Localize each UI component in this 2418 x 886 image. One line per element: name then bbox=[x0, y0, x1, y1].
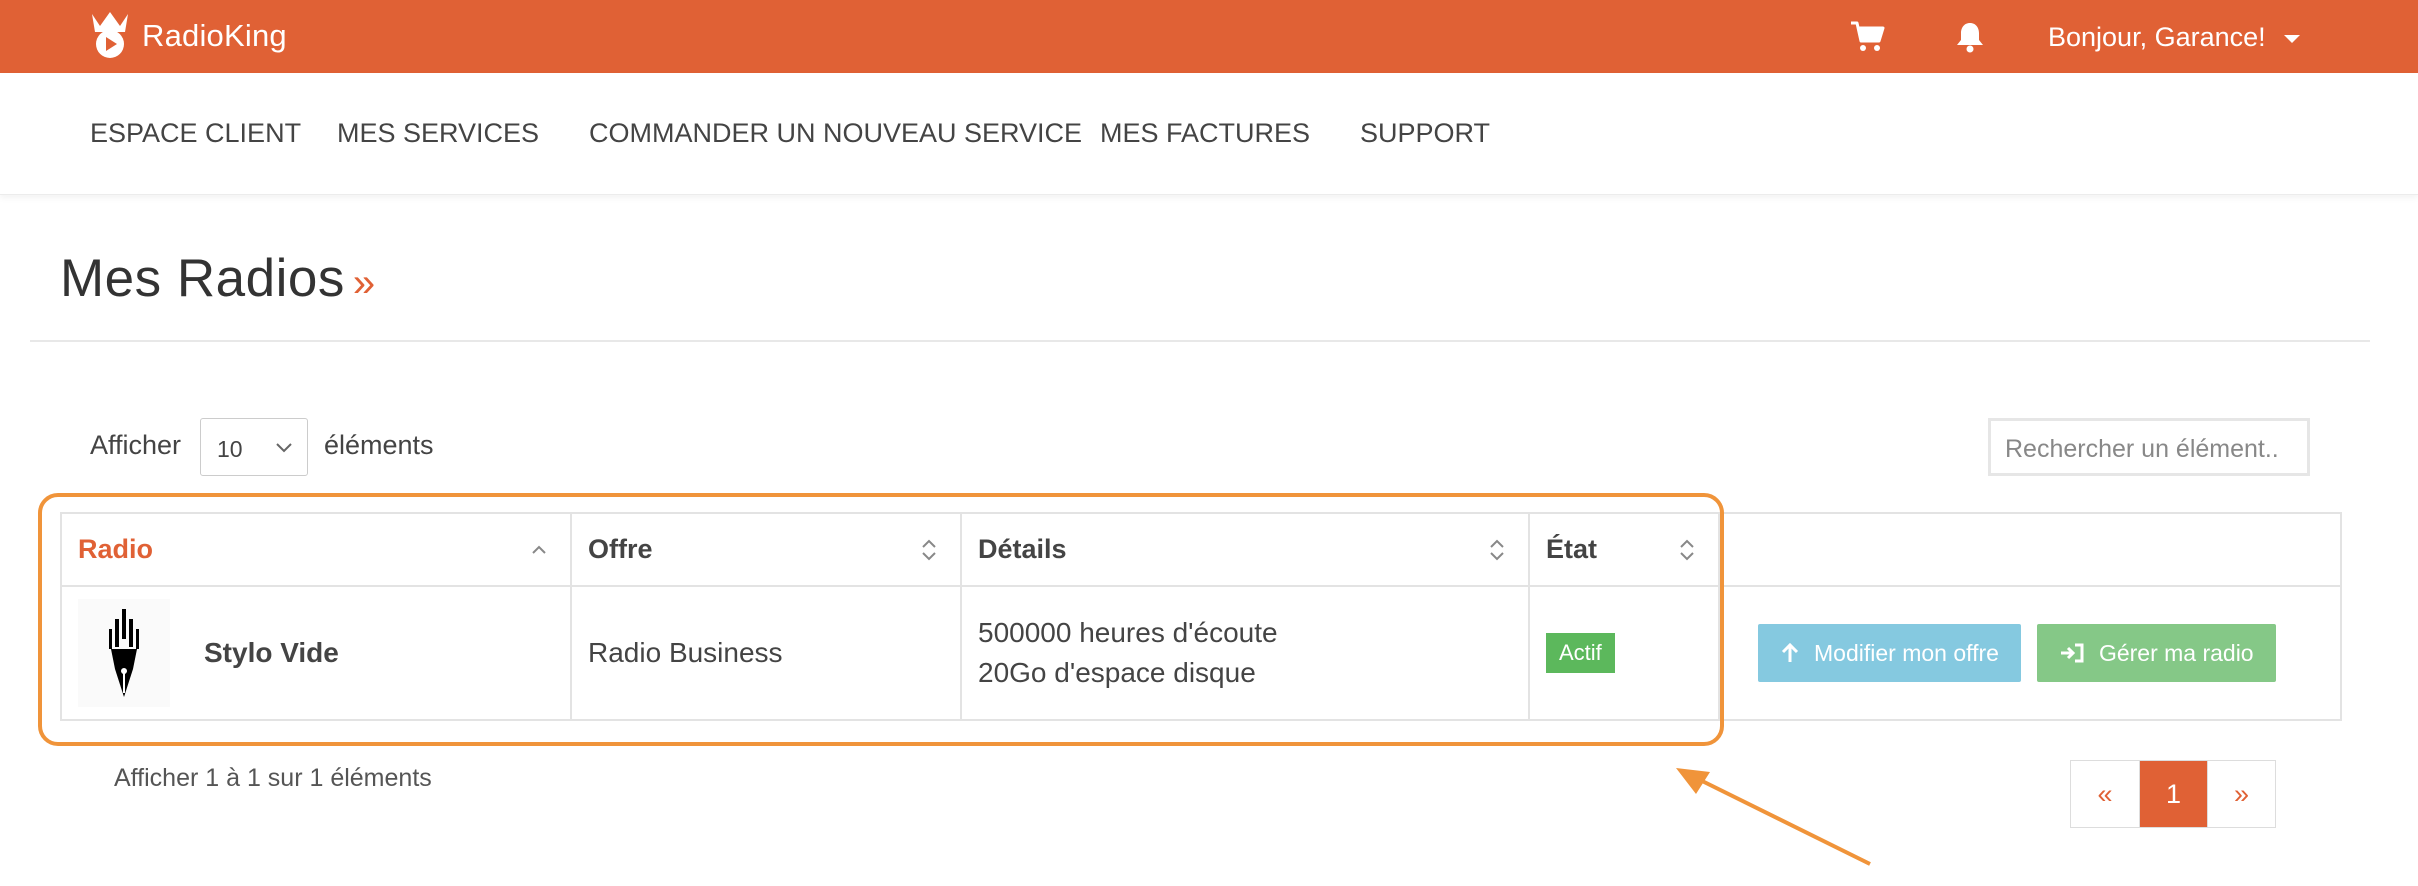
length-suffix: éléments bbox=[324, 430, 434, 460]
nav-commander-service[interactable]: COMMANDER UN NOUVEAU SERVICE bbox=[589, 118, 1082, 149]
nav-espace-client[interactable]: ESPACE CLIENT bbox=[90, 118, 301, 149]
cell-actions: Modifier mon offre Gérer ma radio bbox=[1718, 585, 2342, 721]
chevron-down-icon bbox=[276, 443, 292, 453]
sign-in-icon bbox=[2060, 643, 2084, 663]
nav-support[interactable]: SUPPORT bbox=[1360, 118, 1490, 149]
manage-radio-button[interactable]: Gérer ma radio bbox=[2036, 624, 2276, 682]
annotation-arrow-icon bbox=[1676, 768, 1871, 866]
page-length-select[interactable]: 10 bbox=[200, 418, 308, 476]
column-header-actions bbox=[1718, 512, 2342, 587]
title-divider bbox=[30, 340, 2370, 342]
caret-down-icon bbox=[2283, 35, 2300, 43]
pagination: « 1 » bbox=[2070, 760, 2276, 828]
search-placeholder: Rechercher un élément.. bbox=[2005, 435, 2279, 463]
table-info: Afficher 1 à 1 sur 1 éléments bbox=[114, 764, 432, 792]
title-suffix: » bbox=[352, 261, 376, 305]
modify-offer-button[interactable]: Modifier mon offre bbox=[1758, 624, 2021, 682]
pagination-page[interactable]: 1 bbox=[2139, 761, 2207, 827]
page-title: Mes Radios» bbox=[60, 248, 376, 309]
brand[interactable]: RadioKing bbox=[88, 8, 287, 64]
manage-radio-label: Gérer ma radio bbox=[2098, 639, 2254, 666]
brand-name: RadioKing bbox=[142, 18, 287, 53]
crown-logo-icon bbox=[92, 12, 128, 58]
length-prefix: Afficher bbox=[90, 430, 182, 460]
arrow-up-icon bbox=[1781, 642, 1799, 662]
highlight-annotation bbox=[38, 493, 1724, 746]
greeting-text: Bonjour, Garance! bbox=[2048, 22, 2266, 52]
page-length-value: 10 bbox=[217, 436, 243, 462]
cart-icon[interactable] bbox=[1850, 20, 1886, 54]
modify-offer-label: Modifier mon offre bbox=[1814, 639, 1999, 666]
user-menu[interactable]: Bonjour, Garance! bbox=[2048, 22, 2300, 53]
page-title-text: Mes Radios bbox=[60, 249, 345, 308]
nav-mes-factures[interactable]: MES FACTURES bbox=[1100, 118, 1310, 149]
top-bar: RadioKing Bonjour, Garance! bbox=[0, 0, 2418, 73]
bell-icon[interactable] bbox=[1955, 20, 1985, 54]
pagination-prev[interactable]: « bbox=[2071, 761, 2139, 827]
nav-mes-services[interactable]: MES SERVICES bbox=[337, 118, 539, 149]
search-input[interactable]: Rechercher un élément.. bbox=[1988, 418, 2310, 476]
main-nav: ESPACE CLIENT MES SERVICES COMMANDER UN … bbox=[0, 73, 2418, 195]
pagination-next[interactable]: » bbox=[2207, 761, 2275, 827]
